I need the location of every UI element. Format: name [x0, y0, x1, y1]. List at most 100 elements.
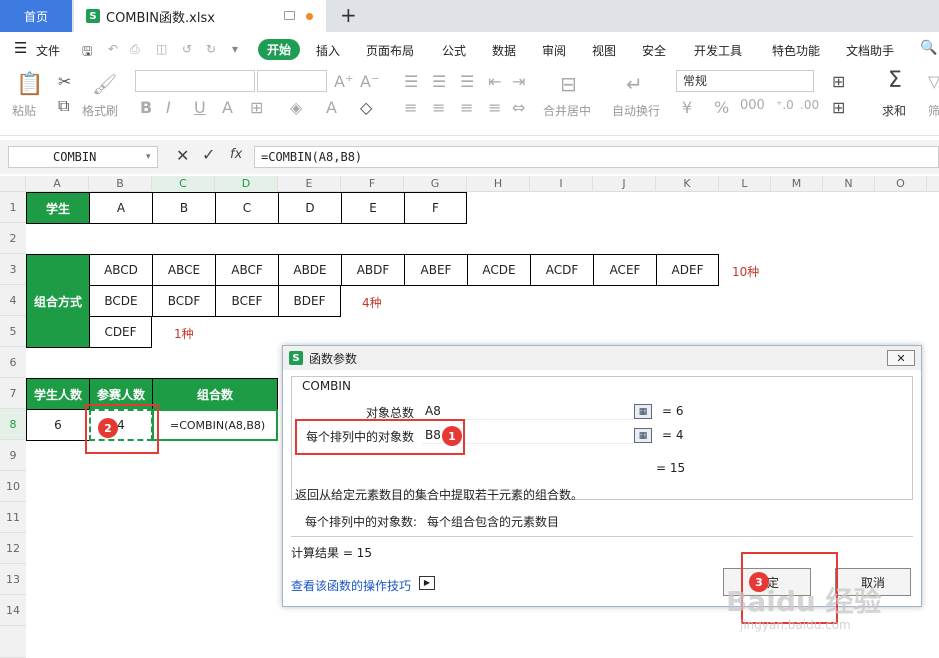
menu-start[interactable]: 开始 [258, 39, 300, 60]
font-color-icon[interactable]: A [326, 98, 337, 117]
cell[interactable]: BDEF [278, 285, 341, 317]
menu-insert[interactable]: 插入 [316, 42, 340, 59]
underline-icon[interactable]: U [194, 98, 206, 117]
percent-icon[interactable]: % [714, 98, 729, 117]
strike-icon[interactable]: A [222, 98, 233, 117]
justify-icon[interactable]: ≡ [488, 98, 501, 117]
cell[interactable]: ACDF [530, 254, 594, 286]
menu-security[interactable]: 安全 [642, 42, 666, 59]
font-grow-icon[interactable]: A⁺ [334, 72, 353, 91]
col-header[interactable]: N [823, 176, 875, 192]
cell[interactable]: BCEF [215, 285, 279, 317]
row-header[interactable]: 9 [0, 440, 26, 471]
new-tab-button[interactable]: + [340, 3, 357, 27]
align-middle-icon[interactable]: ☰ [432, 72, 446, 91]
paste-label[interactable]: 粘贴 [12, 102, 36, 119]
cell[interactable]: ABEF [404, 254, 468, 286]
col-header[interactable]: I [530, 176, 593, 192]
menu-developer[interactable]: 开发工具 [694, 42, 742, 59]
eraser-icon[interactable]: ◇ [360, 98, 372, 117]
sum-icon[interactable]: Σ [888, 68, 902, 93]
align-center-icon[interactable]: ≡ [432, 98, 445, 117]
cell[interactable]: ABDE [278, 254, 342, 286]
cell[interactable]: B [152, 192, 216, 224]
undo-arrow-icon[interactable]: ↺ [182, 42, 192, 56]
hamburger-icon[interactable]: ☰ [14, 39, 27, 57]
menu-data[interactable]: 数据 [492, 42, 516, 59]
col-header[interactable]: G [404, 176, 467, 192]
cell[interactable]: ACEF [593, 254, 657, 286]
italic-icon[interactable]: I [166, 98, 171, 117]
cell[interactable]: E [341, 192, 405, 224]
search-icon[interactable]: 🔍 [920, 40, 937, 56]
format-painter-icon[interactable]: 🖌 [92, 72, 117, 96]
col-header[interactable]: B [89, 176, 152, 192]
cell-a8[interactable]: 6 [26, 409, 90, 441]
menu-file[interactable]: 文件 [36, 42, 60, 59]
row-header[interactable]: 3 [0, 254, 26, 285]
row-header[interactable]: 12 [0, 533, 26, 564]
redo-arrow-icon[interactable]: ↻ [206, 42, 216, 56]
border-icon[interactable]: ⊞ [250, 98, 263, 117]
col-header[interactable]: D [215, 176, 278, 192]
col-header[interactable]: K [656, 176, 719, 192]
col-header[interactable]: C [152, 176, 215, 192]
arg1-range-picker-icon[interactable]: ▦ [634, 404, 652, 419]
arg2-range-picker-icon[interactable]: ▦ [634, 428, 652, 443]
select-all-corner[interactable] [0, 176, 26, 192]
cell-combinations-header[interactable]: 组合数 [152, 378, 278, 410]
row-header[interactable]: 2 [0, 223, 26, 254]
cell[interactable]: BCDE [89, 285, 153, 317]
currency-icon[interactable]: ¥ [682, 98, 692, 117]
dialog-titlebar[interactable]: S 函数参数 [283, 346, 921, 370]
filter-label[interactable]: 筛 [928, 102, 939, 119]
row-header[interactable]: 8 [0, 409, 26, 440]
dialog-close-button[interactable]: ✕ [887, 350, 915, 366]
col-header[interactable]: H [467, 176, 530, 192]
cell[interactable]: ABDF [341, 254, 405, 286]
outdent-icon[interactable]: ⇥ [512, 72, 525, 91]
monitor-icon[interactable] [284, 11, 295, 20]
merge-center-icon[interactable]: ⊟ [560, 72, 577, 96]
cell-student-header[interactable]: 学生 [26, 192, 90, 224]
name-box[interactable]: COMBIN [8, 146, 158, 168]
thousands-icon[interactable]: 000 [740, 98, 765, 113]
cell[interactable]: ABCF [215, 254, 279, 286]
cancel-edit-icon[interactable]: ✕ [176, 146, 189, 165]
cell[interactable]: ACDE [467, 254, 531, 286]
menu-features[interactable]: 特色功能 [772, 42, 820, 59]
cell-students-count-header[interactable]: 学生人数 [26, 378, 90, 410]
name-box-chevron-icon[interactable]: ▾ [146, 152, 151, 162]
cell[interactable]: ADEF [656, 254, 719, 286]
bold-icon[interactable]: B [140, 98, 152, 117]
menu-formula[interactable]: 公式 [442, 42, 466, 59]
decimal-increase-icon[interactable]: ⁺.0 [776, 98, 794, 112]
cell[interactable]: A [89, 192, 153, 224]
print-icon[interactable]: ⎙ [130, 42, 140, 57]
cell-style-icon[interactable]: ⊞ [832, 98, 845, 117]
undo-icon[interactable]: ↶ [108, 42, 118, 56]
align-left-icon[interactable]: ≡ [404, 98, 417, 117]
row-header[interactable]: 13 [0, 564, 26, 595]
number-format-select[interactable]: 常规 [676, 70, 814, 92]
cell[interactable]: C [215, 192, 279, 224]
filter-icon[interactable]: ▽ [928, 72, 939, 91]
menu-review[interactable]: 审阅 [542, 42, 566, 59]
copy-icon[interactable]: ⧉ [58, 96, 69, 116]
cell[interactable]: D [278, 192, 342, 224]
align-top-icon[interactable]: ☰ [404, 72, 418, 91]
menu-doc-helper[interactable]: 文档助手 [846, 42, 894, 59]
formula-input[interactable]: =COMBIN(A8,B8) [254, 146, 939, 168]
row-header[interactable]: 1 [0, 192, 26, 223]
sum-label[interactable]: 求和 [882, 102, 906, 119]
row-header[interactable]: 7 [0, 378, 26, 409]
cell[interactable]: ABCE [152, 254, 216, 286]
decimal-decrease-icon[interactable]: .00 [800, 98, 819, 112]
distribute-icon[interactable]: ⇔ [512, 98, 525, 117]
font-name-select[interactable] [135, 70, 255, 92]
video-icon[interactable]: ▶ [419, 576, 435, 590]
auto-wrap-icon[interactable]: ↵ [626, 72, 643, 96]
cut-icon[interactable]: ✂ [58, 72, 71, 91]
row-header[interactable]: 10 [0, 471, 26, 502]
confirm-edit-icon[interactable]: ✓ [202, 145, 215, 164]
